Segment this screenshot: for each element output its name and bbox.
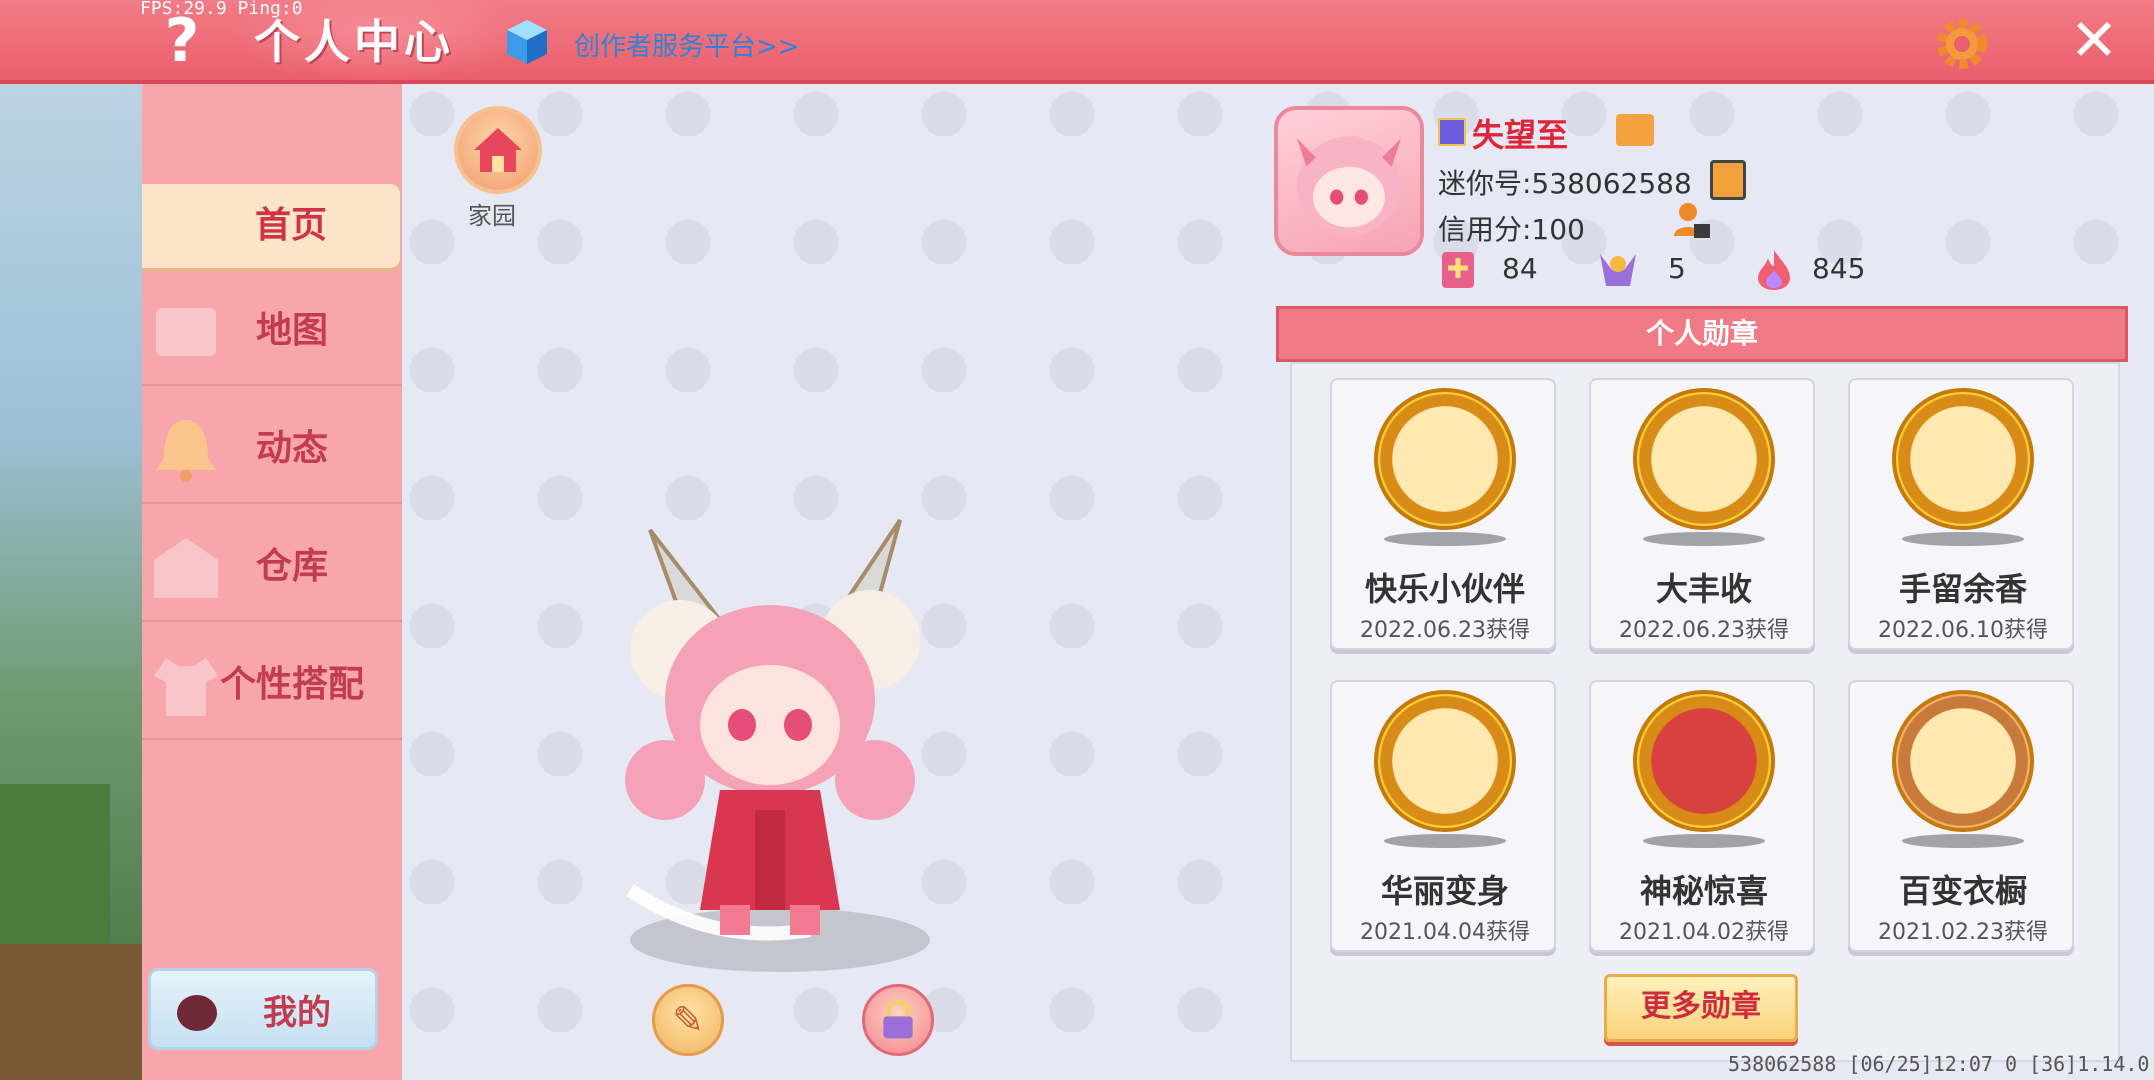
map-icon bbox=[156, 308, 216, 356]
avatar-portrait bbox=[1296, 136, 1402, 235]
fans-icon bbox=[1600, 254, 1636, 286]
rank-badge-icon bbox=[1438, 118, 1466, 146]
medal-card[interactable]: 神秘惊喜 2021.04.02获得 bbox=[1589, 680, 1815, 952]
edit-button[interactable]: ✎ bbox=[652, 984, 724, 1056]
stat-fans: 5 bbox=[1668, 252, 1686, 285]
sidebar-item-home[interactable]: 首页 bbox=[142, 184, 400, 268]
medal-icon bbox=[1374, 388, 1516, 530]
mine-button[interactable]: 我的 bbox=[148, 968, 378, 1050]
medal-name: 神秘惊喜 bbox=[1639, 872, 1768, 910]
sidebar-item-map[interactable]: 地图 bbox=[142, 276, 402, 386]
game-background bbox=[0, 84, 142, 1080]
medal-date: 2022.06.23获得 bbox=[1619, 618, 1789, 643]
cube-icon bbox=[507, 20, 547, 64]
character-model[interactable] bbox=[570, 510, 970, 980]
medal-name: 百变衣橱 bbox=[1898, 872, 2027, 910]
sidebar-item-label: 仓库 bbox=[255, 546, 328, 587]
sidebar: 首页 地图 动态 仓库 个性搭配 我的 bbox=[142, 84, 402, 1080]
player-name: 失望至 bbox=[1472, 116, 1569, 154]
medal-icon bbox=[1633, 388, 1775, 530]
person-card-icon[interactable] bbox=[1672, 200, 1712, 242]
medal-shadow bbox=[1643, 532, 1765, 546]
more-medals-button[interactable]: 更多勋章 bbox=[1604, 974, 1798, 1042]
medal-card[interactable]: 大丰收 2022.06.23获得 bbox=[1589, 378, 1815, 650]
fire-icon bbox=[1758, 250, 1790, 290]
medal-shadow bbox=[1384, 834, 1506, 848]
home-label: 家园 bbox=[468, 202, 516, 230]
stat-flowers: 84 bbox=[1502, 252, 1538, 285]
close-button[interactable]: ✕ bbox=[2066, 10, 2122, 70]
medal-name: 华丽变身 bbox=[1380, 872, 1509, 910]
sidebar-item-feed[interactable]: 动态 bbox=[142, 394, 402, 504]
medal-card[interactable]: 手留余香 2022.06.10获得 bbox=[1848, 378, 2074, 650]
avatar[interactable] bbox=[1274, 106, 1424, 256]
medal-date: 2021.04.04获得 bbox=[1360, 920, 1530, 945]
footer-status: 538062588 [06/25]12:07 0 [36]1.14.0 bbox=[1728, 1052, 2150, 1076]
medal-date: 2021.02.23获得 bbox=[1878, 920, 2048, 945]
sidebar-item-label: 个性搭配 bbox=[219, 664, 364, 705]
gear-icon[interactable] bbox=[1932, 14, 1992, 74]
home-button[interactable] bbox=[454, 106, 542, 194]
medal-shadow bbox=[1643, 834, 1765, 848]
medal-shadow bbox=[1902, 532, 2024, 546]
lock-button[interactable] bbox=[862, 984, 934, 1056]
medal-card[interactable]: 华丽变身 2021.04.04获得 bbox=[1330, 680, 1556, 952]
medal-header: 个人勋章 bbox=[1276, 306, 2128, 362]
sidebar-item-warehouse[interactable]: 仓库 bbox=[142, 512, 402, 622]
medal-shadow bbox=[1902, 834, 2024, 848]
flower-icon bbox=[1442, 252, 1474, 288]
medal-date: 2022.06.23获得 bbox=[1360, 618, 1530, 643]
medal-icon bbox=[1633, 690, 1775, 832]
warehouse-icon bbox=[154, 538, 218, 598]
dirt-block bbox=[0, 944, 142, 1080]
credit-score: 信用分:100 bbox=[1438, 213, 1585, 246]
avatar-dot bbox=[177, 995, 217, 1031]
top-bar: FPS:29.9 Ping:0 ? 个人中心 创作者服务平台>> ✕ bbox=[0, 0, 2154, 84]
medal-icon bbox=[1374, 690, 1516, 832]
medal-shadow bbox=[1384, 532, 1506, 546]
lock-icon bbox=[883, 999, 913, 1039]
page-title: 个人中心 bbox=[254, 15, 454, 69]
bell-icon bbox=[156, 420, 216, 482]
medal-name: 手留余香 bbox=[1898, 570, 2027, 608]
creator-platform-link[interactable]: 创作者服务平台>> bbox=[574, 26, 800, 63]
medal-icon bbox=[1892, 690, 2034, 832]
mini-id: 迷你号:538062588 bbox=[1438, 167, 1692, 200]
folder-icon[interactable] bbox=[1616, 114, 1654, 146]
mine-label: 我的 bbox=[263, 993, 331, 1033]
sidebar-item-label: 地图 bbox=[255, 310, 328, 351]
sidebar-item-label: 首页 bbox=[254, 205, 327, 246]
medal-card[interactable]: 快乐小伙伴 2022.06.23获得 bbox=[1330, 378, 1556, 650]
medal-card[interactable]: 百变衣橱 2021.02.23获得 bbox=[1848, 680, 2074, 952]
grass-block bbox=[0, 784, 110, 944]
medal-icon bbox=[1892, 388, 2034, 530]
sidebar-item-outfit[interactable]: 个性搭配 bbox=[142, 630, 402, 740]
help-button[interactable]: ? bbox=[160, 6, 204, 76]
medal-date: 2021.04.02获得 bbox=[1619, 920, 1789, 945]
medal-name: 快乐小伙伴 bbox=[1364, 570, 1525, 608]
copy-icon[interactable] bbox=[1710, 160, 1746, 200]
medal-name: 大丰收 bbox=[1655, 570, 1752, 608]
stat-popularity: 845 bbox=[1812, 252, 1866, 285]
house-icon bbox=[474, 128, 522, 172]
medal-date: 2022.06.10获得 bbox=[1878, 618, 2048, 643]
sidebar-item-label: 动态 bbox=[255, 428, 328, 469]
